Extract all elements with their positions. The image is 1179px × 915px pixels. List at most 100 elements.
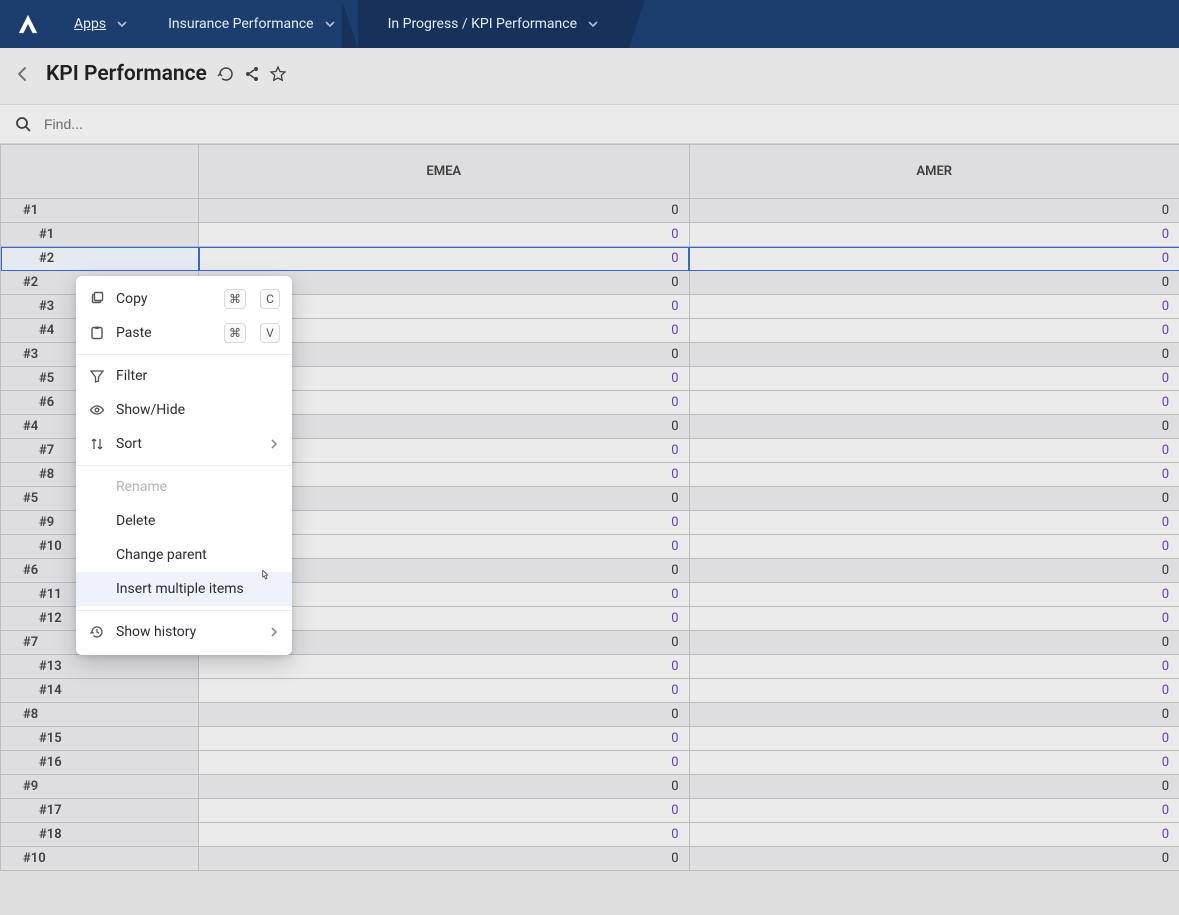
menu-show-hide[interactable]: Show/Hide [76, 393, 292, 427]
row-header[interactable]: #1 [1, 199, 199, 223]
cell-amer[interactable]: 0 [689, 631, 1179, 655]
cell-amer[interactable]: 0 [689, 535, 1179, 559]
cell-emea[interactable]: 0 [199, 655, 690, 679]
cell-amer[interactable]: 0 [689, 415, 1179, 439]
row-header[interactable]: #16 [1, 751, 199, 775]
cell-amer[interactable]: 0 [689, 823, 1179, 847]
cell-amer[interactable]: 0 [689, 463, 1179, 487]
nav-apps-label: Apps [74, 16, 106, 32]
menu-insert-multiple-label: Insert multiple items [116, 581, 244, 597]
menu-show-history[interactable]: Show history [76, 615, 292, 649]
cell-amer[interactable]: 0 [689, 391, 1179, 415]
menu-sort-label: Sort [116, 436, 142, 452]
row-header[interactable]: #14 [1, 679, 199, 703]
table-row[interactable]: #200 [1, 247, 1179, 271]
row-header[interactable]: #13 [1, 655, 199, 679]
menu-separator [76, 465, 292, 466]
cell-emea[interactable]: 0 [199, 847, 690, 871]
cell-amer[interactable]: 0 [689, 511, 1179, 535]
cell-amer[interactable]: 0 [689, 199, 1179, 223]
cell-amer[interactable]: 0 [689, 799, 1179, 823]
cell-emea[interactable]: 0 [199, 775, 690, 799]
menu-insert-multiple[interactable]: Insert multiple items [76, 572, 292, 606]
cell-amer[interactable]: 0 [689, 439, 1179, 463]
top-nav: Apps Insurance Performance In Progress /… [0, 0, 1179, 48]
cell-amer[interactable]: 0 [689, 655, 1179, 679]
cell-amer[interactable]: 0 [689, 583, 1179, 607]
nav-breadcrumb[interactable]: In Progress / KPI Performance [358, 0, 629, 48]
cell-emea[interactable]: 0 [199, 703, 690, 727]
kbd-cmd: ⌘ [224, 323, 246, 343]
cell-amer[interactable]: 0 [689, 367, 1179, 391]
row-header[interactable]: #2 [1, 247, 199, 271]
nav-workspace-label: Insurance Performance [168, 16, 314, 32]
cell-emea[interactable]: 0 [199, 199, 690, 223]
cell-amer[interactable]: 0 [689, 295, 1179, 319]
grid-corner [1, 145, 199, 199]
cell-amer[interactable]: 0 [689, 343, 1179, 367]
table-row[interactable]: #900 [1, 775, 1179, 799]
nav-workspace[interactable]: Insurance Performance [150, 0, 358, 48]
row-header[interactable]: #17 [1, 799, 199, 823]
cell-emea[interactable]: 0 [199, 823, 690, 847]
row-header[interactable]: #15 [1, 727, 199, 751]
nav-spacer [629, 0, 1179, 48]
sort-icon [88, 436, 106, 452]
cell-amer[interactable]: 0 [689, 775, 1179, 799]
cell-emea[interactable]: 0 [199, 751, 690, 775]
cell-amer[interactable]: 0 [689, 487, 1179, 511]
cell-emea[interactable]: 0 [199, 223, 690, 247]
row-header[interactable]: #8 [1, 703, 199, 727]
cell-amer[interactable]: 0 [689, 727, 1179, 751]
nav-breadcrumb-label: In Progress / KPI Performance [388, 16, 577, 32]
table-row[interactable]: #100 [1, 223, 1179, 247]
row-header[interactable]: #18 [1, 823, 199, 847]
row-header[interactable]: #1 [1, 223, 199, 247]
share-icon[interactable] [243, 65, 261, 83]
cell-amer[interactable]: 0 [689, 847, 1179, 871]
cell-amer[interactable]: 0 [689, 319, 1179, 343]
context-menu: Copy ⌘ C Paste ⌘ V Filter Show/Hide Sort [76, 276, 292, 655]
menu-separator [76, 354, 292, 355]
search-icon [14, 115, 32, 133]
cell-amer[interactable]: 0 [689, 607, 1179, 631]
table-row[interactable]: #1000 [1, 847, 1179, 871]
star-icon[interactable] [269, 65, 287, 83]
cell-amer[interactable]: 0 [689, 559, 1179, 583]
cell-amer[interactable]: 0 [689, 247, 1179, 271]
table-row[interactable]: #800 [1, 703, 1179, 727]
cell-emea[interactable]: 0 [199, 247, 690, 271]
column-header-amer[interactable]: AMER [689, 145, 1179, 199]
cell-emea[interactable]: 0 [199, 727, 690, 751]
column-header-emea[interactable]: EMEA [199, 145, 690, 199]
table-row[interactable]: #100 [1, 199, 1179, 223]
cell-amer[interactable]: 0 [689, 703, 1179, 727]
cell-amer[interactable]: 0 [689, 271, 1179, 295]
app-logo[interactable] [0, 0, 56, 48]
table-row[interactable]: #1400 [1, 679, 1179, 703]
table-row[interactable]: #1800 [1, 823, 1179, 847]
menu-delete[interactable]: Delete [76, 504, 292, 538]
menu-copy[interactable]: Copy ⌘ C [76, 282, 292, 316]
cell-amer[interactable]: 0 [689, 223, 1179, 247]
menu-paste[interactable]: Paste ⌘ V [76, 316, 292, 350]
table-row[interactable]: #1300 [1, 655, 1179, 679]
row-header[interactable]: #10 [1, 847, 199, 871]
menu-delete-label: Delete [116, 513, 155, 529]
row-header[interactable]: #9 [1, 775, 199, 799]
cell-amer[interactable]: 0 [689, 679, 1179, 703]
nav-apps[interactable]: Apps [56, 0, 150, 48]
back-button[interactable] [14, 65, 32, 83]
cell-emea[interactable]: 0 [199, 679, 690, 703]
search-input[interactable] [44, 116, 1165, 132]
menu-show-history-label: Show history [116, 624, 196, 640]
table-row[interactable]: #1500 [1, 727, 1179, 751]
menu-change-parent[interactable]: Change parent [76, 538, 292, 572]
cell-amer[interactable]: 0 [689, 751, 1179, 775]
cell-emea[interactable]: 0 [199, 799, 690, 823]
menu-filter[interactable]: Filter [76, 359, 292, 393]
refresh-icon[interactable] [217, 65, 235, 83]
menu-sort[interactable]: Sort [76, 427, 292, 461]
table-row[interactable]: #1600 [1, 751, 1179, 775]
table-row[interactable]: #1700 [1, 799, 1179, 823]
